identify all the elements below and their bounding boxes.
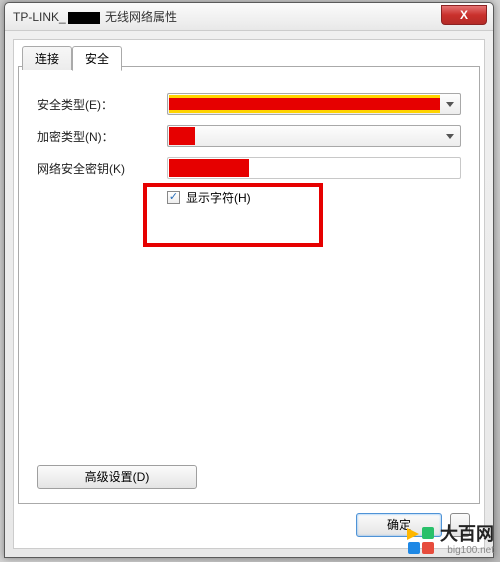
tab-connection-label: 连接	[35, 52, 59, 66]
watermark: 大百网 big100.net	[406, 525, 494, 556]
check-icon: ✓	[169, 192, 178, 203]
show-characters-label: 显示字符(H)	[186, 189, 251, 206]
watermark-logo-icon	[406, 526, 436, 556]
show-characters-checkbox[interactable]: ✓	[167, 191, 180, 204]
close-icon: X	[460, 8, 468, 22]
tab-strip: 连接 安全	[22, 46, 122, 70]
tab-security[interactable]: 安全	[72, 46, 122, 71]
advanced-settings-button[interactable]: 高级设置(D)	[37, 465, 197, 489]
redacted-value	[169, 95, 440, 113]
client-area: 连接 安全 安全类型(E)： 加密类型(N)： 网络安全密钥(K)	[13, 39, 485, 549]
title-prefix: TP-LINK_	[13, 10, 66, 24]
security-type-label: 安全类型(E)：	[37, 96, 167, 113]
window-title: TP-LINK_ 无线网络属性	[13, 8, 177, 25]
title-suffix: 无线网络属性	[102, 10, 177, 24]
watermark-sub: big100.net	[447, 545, 494, 556]
tab-connection[interactable]: 连接	[22, 46, 72, 70]
security-type-dropdown[interactable]	[167, 93, 461, 115]
show-characters-row: ✓ 显示字符(H)	[167, 189, 461, 206]
advanced-settings-label: 高级设置(D)	[85, 470, 150, 484]
encryption-type-label: 加密类型(N)：	[37, 128, 167, 145]
security-key-input[interactable]	[167, 157, 461, 179]
security-tab-panel: 安全类型(E)： 加密类型(N)： 网络安全密钥(K) ✓	[18, 66, 480, 504]
security-key-label: 网络安全密钥(K)	[37, 160, 167, 177]
titlebar: TP-LINK_ 无线网络属性 X	[5, 3, 493, 31]
dialog-window: TP-LINK_ 无线网络属性 X 连接 安全 安全类型(E)： 加密类型(N)…	[4, 2, 494, 558]
title-redacted-part	[68, 12, 100, 24]
watermark-main: 大百网	[440, 525, 494, 545]
security-key-row: 网络安全密钥(K)	[37, 157, 461, 179]
redacted-value	[169, 159, 249, 177]
encryption-type-dropdown[interactable]	[167, 125, 461, 147]
close-button[interactable]: X	[441, 5, 487, 25]
watermark-text: 大百网 big100.net	[440, 525, 494, 556]
security-type-row: 安全类型(E)：	[37, 93, 461, 115]
redacted-value	[169, 127, 195, 145]
tab-security-label: 安全	[85, 52, 109, 66]
encryption-type-row: 加密类型(N)：	[37, 125, 461, 147]
